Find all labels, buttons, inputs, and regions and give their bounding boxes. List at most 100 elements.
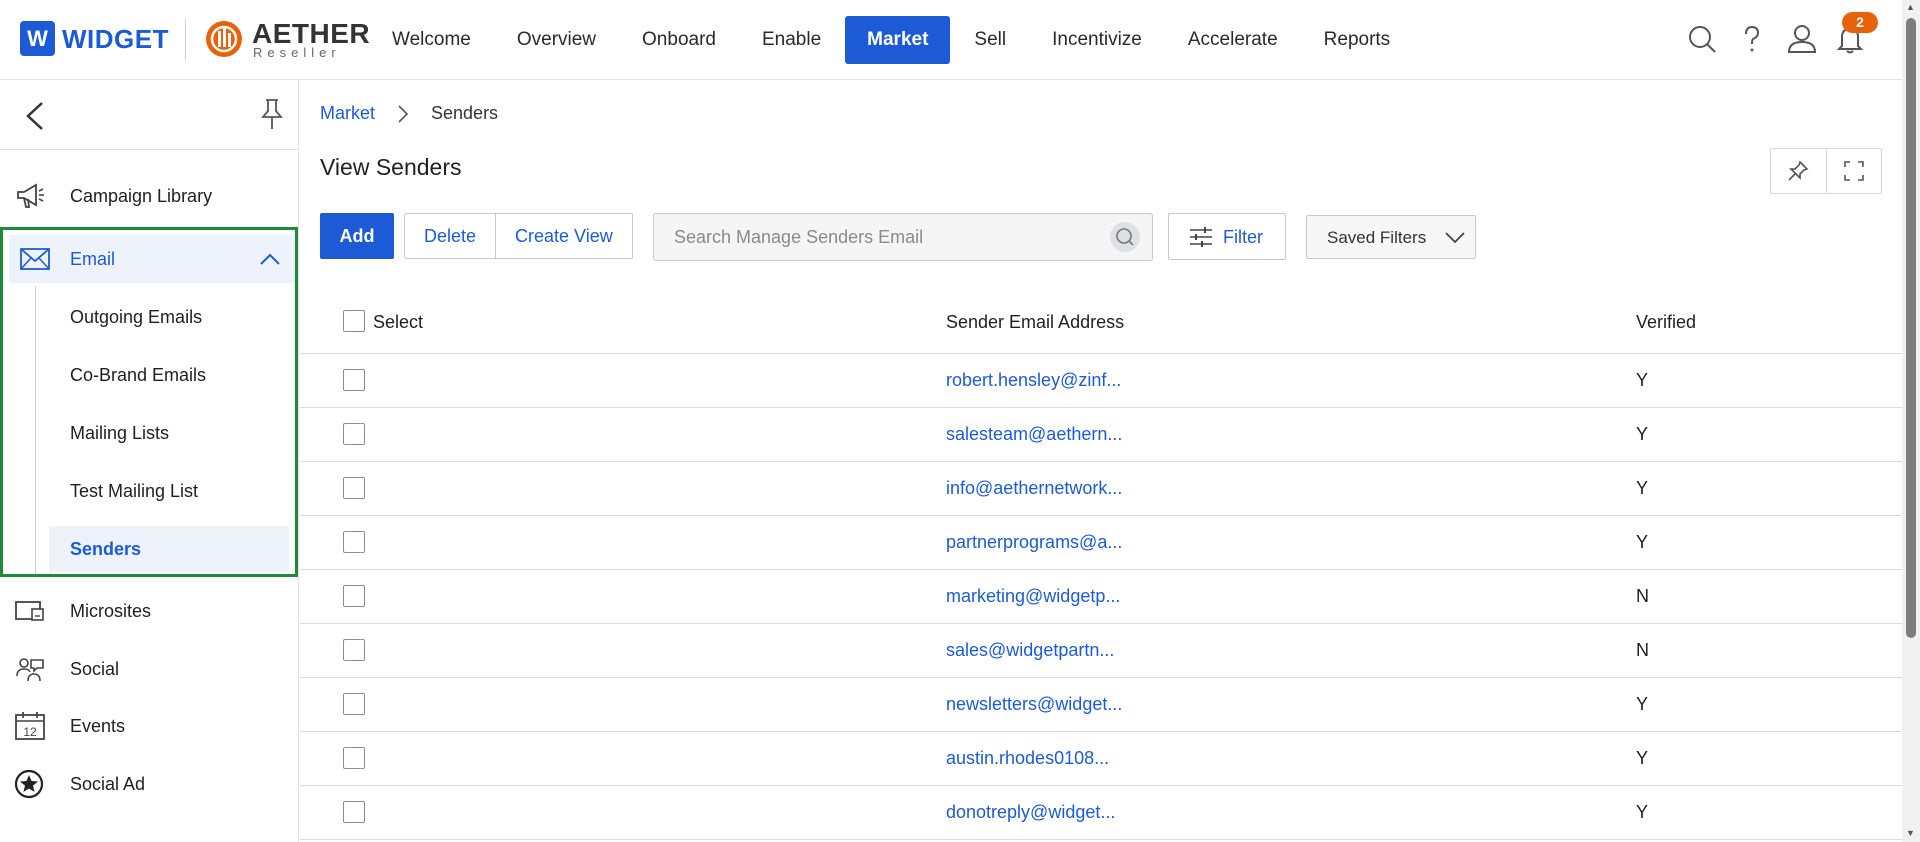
delete-button[interactable]: Delete	[405, 214, 496, 258]
submenu-guide-line	[35, 286, 36, 574]
saved-filters-dropdown[interactable]: Saved Filters	[1306, 215, 1476, 259]
widget-logo-text[interactable]: WIDGET	[62, 24, 169, 55]
row-checkbox[interactable]	[343, 477, 365, 499]
breadcrumb-market-link[interactable]: Market	[320, 103, 375, 124]
sender-email-link[interactable]: marketing@widgetp...	[946, 586, 1120, 607]
sender-email-link[interactable]: donotreply@widget...	[946, 802, 1115, 823]
chevron-right-icon	[398, 104, 409, 123]
sidebar-subitem-label: Mailing Lists	[70, 423, 170, 443]
sender-email-link[interactable]: partnerprograms@a...	[946, 532, 1122, 553]
filter-button[interactable]: Filter	[1168, 213, 1286, 260]
sidebar-item-label: Social	[70, 658, 120, 679]
sidebar-item-campaign-library[interactable]: Campaign Library	[0, 172, 298, 220]
pin-view-button[interactable]	[1771, 149, 1826, 193]
sidebar-subitem-test-mailing-list[interactable]: Test Mailing List	[49, 468, 289, 514]
aether-logo-subtitle: Reseller	[253, 45, 341, 60]
search-icon[interactable]	[1686, 23, 1718, 55]
search-button[interactable]	[1110, 222, 1140, 252]
sidebar-item-events[interactable]: 12 Events	[0, 702, 298, 750]
sender-email-link[interactable]: newsletters@widget...	[946, 694, 1122, 715]
sender-email-link[interactable]: salesteam@aethern...	[946, 424, 1122, 445]
nav-overview[interactable]: Overview	[495, 16, 618, 64]
sidebar-subitem-outgoing-emails[interactable]: Outgoing Emails	[49, 294, 289, 340]
sidebar: Campaign Library Email Outgoing Emails C…	[0, 80, 299, 842]
row-checkbox[interactable]	[343, 369, 365, 391]
sender-email-link[interactable]: robert.hensley@zinf...	[946, 370, 1121, 391]
table-row: sales@widgetpartn... N	[300, 624, 1902, 678]
row-checkbox[interactable]	[343, 747, 365, 769]
scrollbar-thumb[interactable]	[1906, 18, 1916, 638]
sidebar-item-email[interactable]: Email	[9, 235, 295, 283]
breadcrumb: Market Senders	[320, 103, 498, 124]
row-checkbox[interactable]	[343, 531, 365, 553]
sidebar-header	[0, 80, 298, 150]
sidebar-item-social[interactable]: Social	[0, 645, 298, 693]
row-checkbox[interactable]	[343, 693, 365, 715]
fullscreen-button[interactable]	[1825, 149, 1881, 193]
nav-sell[interactable]: Sell	[952, 16, 1028, 64]
widget-logo-icon[interactable]: W	[20, 21, 55, 56]
verified-value: Y	[1636, 802, 1649, 822]
pin-sidebar-icon[interactable]	[258, 97, 286, 131]
scroll-up-arrow-icon[interactable]: ▲	[1906, 2, 1915, 12]
row-checkbox[interactable]	[343, 423, 365, 445]
verified-value: Y	[1636, 748, 1649, 768]
add-button[interactable]: Add	[320, 213, 394, 259]
verified-value: Y	[1636, 478, 1649, 498]
table-row: robert.hensley@zinf... Y	[300, 354, 1902, 408]
sidebar-subitem-senders[interactable]: Senders	[49, 526, 289, 572]
select-all-checkbox[interactable]	[343, 310, 365, 332]
main-nav: Welcome Overview Onboard Enable Market S…	[370, 16, 1412, 64]
nav-onboard[interactable]: Onboard	[620, 16, 738, 64]
help-icon[interactable]	[1736, 23, 1768, 55]
user-icon[interactable]	[1786, 23, 1818, 55]
table-row: austin.rhodes0108... Y	[300, 732, 1902, 786]
sidebar-item-social-ad[interactable]: Social Ad	[0, 760, 298, 808]
sender-email-link[interactable]: austin.rhodes0108...	[946, 748, 1109, 769]
sidebar-subitem-label: Senders	[70, 539, 142, 559]
nav-welcome[interactable]: Welcome	[370, 16, 493, 64]
verified-value: N	[1636, 640, 1649, 660]
column-header-verified[interactable]: Verified	[1636, 312, 1696, 333]
sidebar-subitem-label: Co-Brand Emails	[70, 365, 207, 385]
search-input[interactable]	[654, 214, 1094, 260]
nav-market[interactable]: Market	[845, 16, 951, 64]
sidebar-item-microsites[interactable]: Microsites	[0, 587, 298, 635]
sidebar-subitem-co-brand-emails[interactable]: Co-Brand Emails	[49, 352, 289, 398]
table-row: salesteam@aethern... Y	[300, 408, 1902, 462]
column-header-select: Select	[373, 312, 424, 332]
column-header-sender-email[interactable]: Sender Email Address	[946, 312, 1124, 333]
sender-email-link[interactable]: info@aethernetwork...	[946, 478, 1122, 499]
page-scrollbar[interactable]: ▲ ▼	[1902, 0, 1920, 842]
sliders-icon	[1190, 227, 1212, 247]
verified-value: N	[1636, 586, 1649, 606]
sender-email-link[interactable]: sales@widgetpartn...	[946, 640, 1114, 661]
verified-value: Y	[1636, 424, 1649, 444]
nav-reports[interactable]: Reports	[1302, 16, 1413, 64]
scroll-down-arrow-icon[interactable]: ▼	[1906, 828, 1915, 838]
star-badge-icon	[14, 769, 44, 799]
chevron-up-icon[interactable]	[259, 251, 281, 267]
chevron-down-icon	[1445, 232, 1465, 244]
megaphone-icon	[17, 183, 44, 208]
collapse-sidebar-icon[interactable]	[22, 100, 50, 132]
nav-accelerate[interactable]: Accelerate	[1166, 16, 1300, 64]
table-row: donotreply@widget... Y	[300, 786, 1902, 840]
pin-icon	[1788, 160, 1809, 181]
row-checkbox[interactable]	[343, 801, 365, 823]
table-row: partnerprograms@a... Y	[300, 516, 1902, 570]
row-checkbox[interactable]	[343, 639, 365, 661]
create-view-button[interactable]: Create View	[495, 214, 632, 258]
verified-value: Y	[1636, 694, 1649, 714]
notification-badge: 2	[1842, 12, 1878, 33]
expand-icon	[1844, 161, 1864, 181]
action-button-group: Delete Create View	[404, 213, 633, 259]
view-controls	[1770, 148, 1882, 194]
nav-incentivize[interactable]: Incentivize	[1030, 16, 1164, 64]
nav-enable[interactable]: Enable	[740, 16, 843, 64]
sidebar-subitem-mailing-lists[interactable]: Mailing Lists	[49, 410, 289, 456]
row-checkbox[interactable]	[343, 585, 365, 607]
table-header: Select Sender Email Address Verified	[300, 295, 1902, 354]
verified-value: Y	[1636, 370, 1649, 390]
sidebar-item-label: Microsites	[70, 600, 152, 621]
